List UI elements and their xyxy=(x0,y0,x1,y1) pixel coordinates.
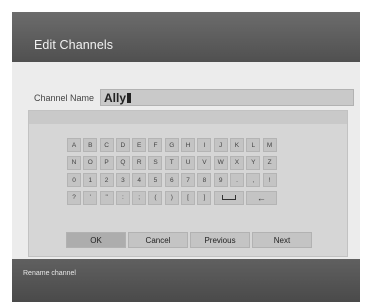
keyboard-key[interactable]: 1 xyxy=(83,173,98,187)
ok-button[interactable]: OK xyxy=(66,232,126,248)
keyboard-key[interactable]: V xyxy=(197,155,212,170)
title-bar: Edit Channels xyxy=(12,12,360,62)
keyboard-key[interactable]: U xyxy=(181,155,196,170)
keyboard-key[interactable]: C xyxy=(99,138,114,152)
previous-button[interactable]: Previous xyxy=(190,232,250,248)
left-arrow-icon: ← xyxy=(256,192,266,203)
keyboard-key[interactable]: : xyxy=(115,190,130,205)
keyboard-key[interactable]: F xyxy=(148,138,163,152)
keyboard-key[interactable]: , xyxy=(246,173,261,187)
keyboard-key[interactable]: Z xyxy=(262,155,277,170)
keyboard-key[interactable]: K xyxy=(229,138,244,152)
keyboard-key[interactable]: Q xyxy=(115,155,130,170)
keyboard-key[interactable]: ! xyxy=(262,173,277,187)
action-buttons: OK Cancel Previous Next xyxy=(66,232,312,248)
keyboard-key[interactable]: G xyxy=(164,138,179,152)
keyboard-key[interactable]: E xyxy=(132,138,147,152)
keyboard-key[interactable]: 2 xyxy=(99,173,114,187)
keyboard-key[interactable]: 8 xyxy=(197,173,212,187)
keyboard-key[interactable]: 7 xyxy=(181,173,196,187)
keyboard-key[interactable]: I xyxy=(197,138,212,152)
keyboard-key[interactable]: ; xyxy=(132,190,147,205)
keyboard-key[interactable]: 6 xyxy=(164,173,179,187)
keyboard-key[interactable]: 4 xyxy=(132,173,147,187)
keyboard-key[interactable]: 3 xyxy=(115,173,130,187)
key-space[interactable] xyxy=(213,190,244,205)
keyboard-key[interactable]: H xyxy=(181,138,196,152)
keyboard-key[interactable]: 9 xyxy=(213,173,228,187)
screen-title: Edit Channels xyxy=(34,38,114,52)
keyboard-key[interactable]: T xyxy=(164,155,179,170)
keyboard-key[interactable]: B xyxy=(83,138,98,152)
keyboard-key[interactable]: " xyxy=(99,190,114,205)
status-bar: Rename channel xyxy=(12,259,360,302)
keyboard-key[interactable]: 0 xyxy=(67,173,81,187)
keyboard-key[interactable]: 5 xyxy=(148,173,163,187)
keyboard-key[interactable]: X xyxy=(229,155,244,170)
keyboard-key[interactable]: . xyxy=(229,173,244,187)
channel-name-input[interactable]: Ally xyxy=(100,89,354,106)
edit-channels-screen: Edit Channels Channel Name Ally ABCDEFGH… xyxy=(12,12,360,302)
keyboard-key[interactable]: D xyxy=(115,138,130,152)
keyboard-key[interactable]: M xyxy=(262,138,277,152)
keyboard-key[interactable]: ( xyxy=(148,190,163,205)
next-button[interactable]: Next xyxy=(252,232,312,248)
cancel-button[interactable]: Cancel xyxy=(128,232,188,248)
channel-name-value: Ally xyxy=(104,90,127,105)
keyboard-key[interactable]: J xyxy=(213,138,228,152)
keyboard-header-strip xyxy=(29,111,347,124)
key-backspace[interactable]: ← xyxy=(246,190,277,205)
channel-name-label: Channel Name xyxy=(34,93,95,103)
keyboard-key[interactable]: N xyxy=(67,155,81,170)
on-screen-keyboard: A B C D E F G H I J K L M N O P Q R S T U V W X Y Z 0 1 2 3 4 5 6 7 8 9.,!?… xyxy=(67,138,277,205)
keyboard-key[interactable]: ] xyxy=(197,190,212,205)
keyboard-key[interactable]: O xyxy=(83,155,98,170)
keyboard-key[interactable]: R xyxy=(132,155,147,170)
keyboard-key[interactable]: W xyxy=(213,155,228,170)
keyboard-key[interactable]: [ xyxy=(181,190,196,205)
status-text: Rename channel xyxy=(23,270,76,277)
keyboard-key[interactable]: ? xyxy=(67,190,81,205)
keyboard-key[interactable]: ' xyxy=(83,190,98,205)
space-bar-icon xyxy=(221,195,236,200)
keyboard-key[interactable]: S xyxy=(148,155,163,170)
keyboard-key[interactable]: P xyxy=(99,155,114,170)
keyboard-key[interactable]: L xyxy=(246,138,261,152)
keyboard-key[interactable]: ) xyxy=(164,190,179,205)
keyboard-key[interactable]: A xyxy=(67,138,81,152)
channel-name-row: Channel Name Ally xyxy=(20,88,354,109)
keyboard-key[interactable]: Y xyxy=(246,155,261,170)
text-cursor xyxy=(127,92,132,103)
